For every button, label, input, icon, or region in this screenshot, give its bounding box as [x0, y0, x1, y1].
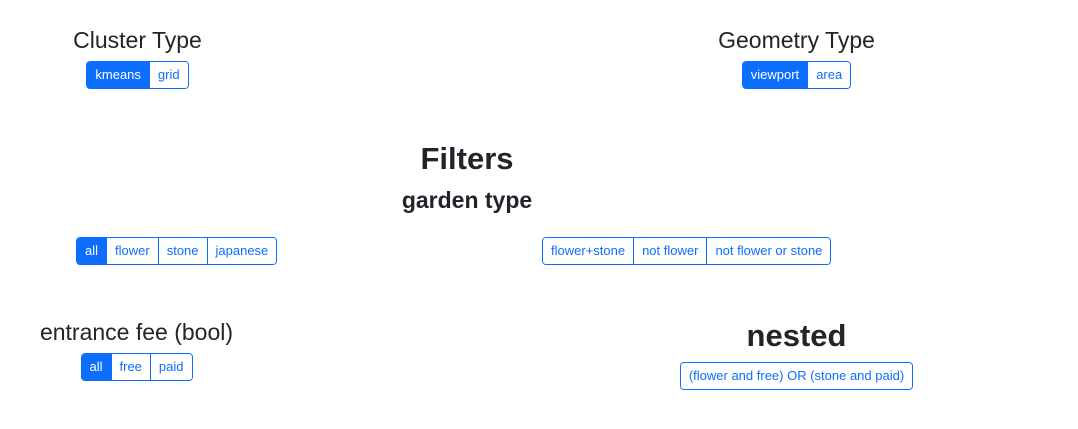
geometry-type-section: Geometry Type viewport area	[713, 26, 880, 89]
geometry-type-button-group: viewport area	[741, 61, 852, 89]
garden-japanese-button[interactable]: japanese	[206, 238, 277, 264]
garden-type-basic-section: all flower stone japanese	[76, 237, 278, 265]
garden-type-basic-button-group: all flower stone japanese	[76, 237, 278, 265]
filters-title: Filters	[420, 141, 514, 176]
viewport-button[interactable]: viewport	[742, 62, 808, 88]
garden-flower-stone-button[interactable]: flower+stone	[543, 238, 634, 264]
area-button[interactable]: area	[807, 62, 851, 88]
nested-section: nested (flower and free) OR (stone and p…	[673, 318, 920, 390]
nested-button-group: (flower and free) OR (stone and paid)	[679, 362, 914, 390]
garden-type-combo-section: flower+stone not flower not flower or st…	[542, 237, 832, 265]
fee-paid-button[interactable]: paid	[149, 354, 192, 380]
garden-not-flower-or-stone-button[interactable]: not flower or stone	[706, 238, 831, 264]
entrance-fee-section: entrance fee (bool) all free paid	[33, 318, 240, 381]
cluster-type-title: Cluster Type	[73, 27, 202, 53]
kmeans-button[interactable]: kmeans	[87, 62, 149, 88]
nested-filter-button[interactable]: (flower and free) OR (stone and paid)	[680, 363, 913, 389]
page: Cluster Type kmeans grid Geometry Type v…	[0, 0, 1078, 429]
entrance-fee-button-group: all free paid	[80, 353, 193, 381]
garden-all-button[interactable]: all	[77, 238, 107, 264]
fee-all-button[interactable]: all	[81, 354, 111, 380]
entrance-fee-title: entrance fee (bool)	[39, 319, 234, 345]
grid-button[interactable]: grid	[148, 62, 188, 88]
garden-type-title: garden type	[401, 187, 533, 213]
cluster-type-button-group: kmeans grid	[86, 61, 189, 89]
garden-stone-button[interactable]: stone	[157, 238, 207, 264]
fee-free-button[interactable]: free	[110, 354, 150, 380]
nested-title: nested	[746, 318, 847, 353]
cluster-type-section: Cluster Type kmeans grid	[70, 26, 205, 89]
garden-type-combo-button-group: flower+stone not flower not flower or st…	[542, 237, 832, 265]
geometry-type-title: Geometry Type	[718, 27, 875, 53]
garden-not-flower-button[interactable]: not flower	[633, 238, 707, 264]
garden-flower-button[interactable]: flower	[106, 238, 158, 264]
